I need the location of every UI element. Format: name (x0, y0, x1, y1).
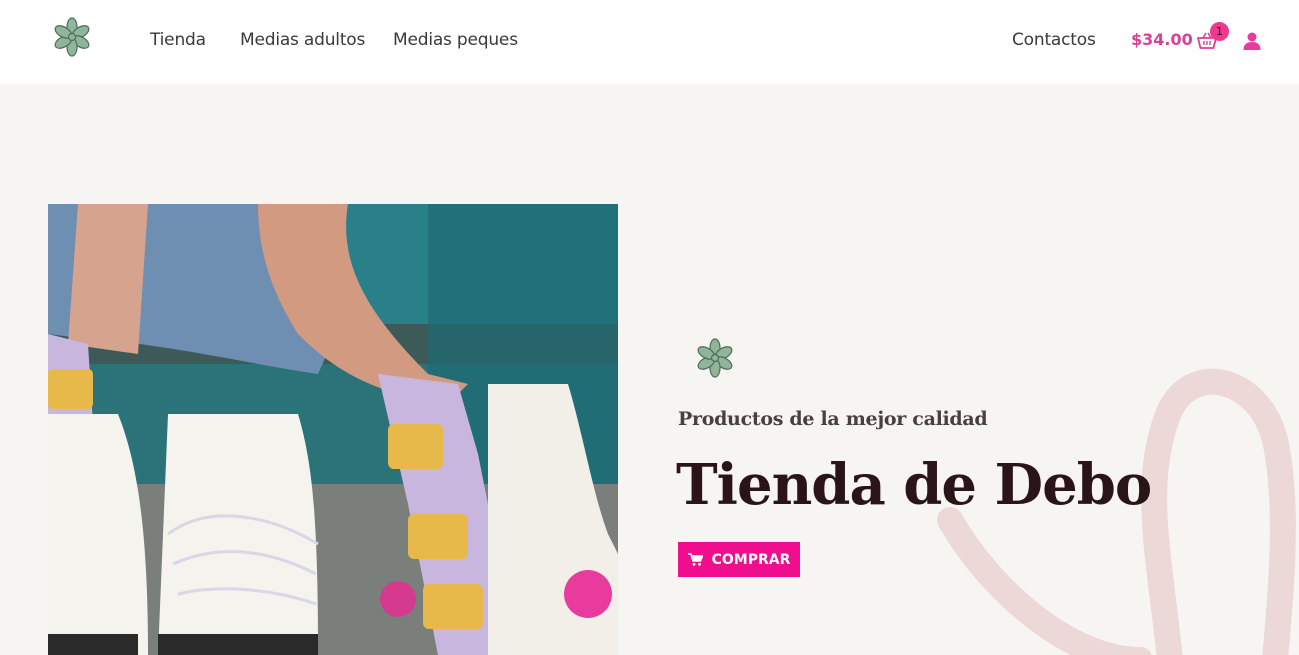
hero-title: Tienda de Debo (676, 452, 1152, 518)
flower-logo-icon[interactable] (52, 16, 92, 58)
site-header: Tienda Medias adultos Medias peques Cont… (0, 0, 1299, 84)
nav-link-tienda[interactable]: Tienda (150, 30, 206, 50)
cart-count-badge: 1 (1210, 22, 1229, 41)
hero-photo-roller-skates-socks (48, 204, 618, 655)
flower-icon (697, 338, 733, 378)
nav-link-contactos[interactable]: Contactos (1012, 30, 1096, 50)
hero-subtitle: Productos de la mejor calidad (678, 408, 988, 430)
hero-photo (48, 204, 618, 655)
user-icon[interactable] (1242, 31, 1262, 51)
nav-link-medias-peques[interactable]: Medias peques (393, 30, 518, 50)
nav-link-medias-adultos[interactable]: Medias adultos (240, 30, 365, 50)
cart-total[interactable]: $34.00 (1131, 30, 1193, 49)
comprar-button[interactable]: COMPRAR (678, 542, 800, 577)
cart-icon (687, 553, 703, 566)
comprar-button-label: COMPRAR (711, 551, 791, 568)
